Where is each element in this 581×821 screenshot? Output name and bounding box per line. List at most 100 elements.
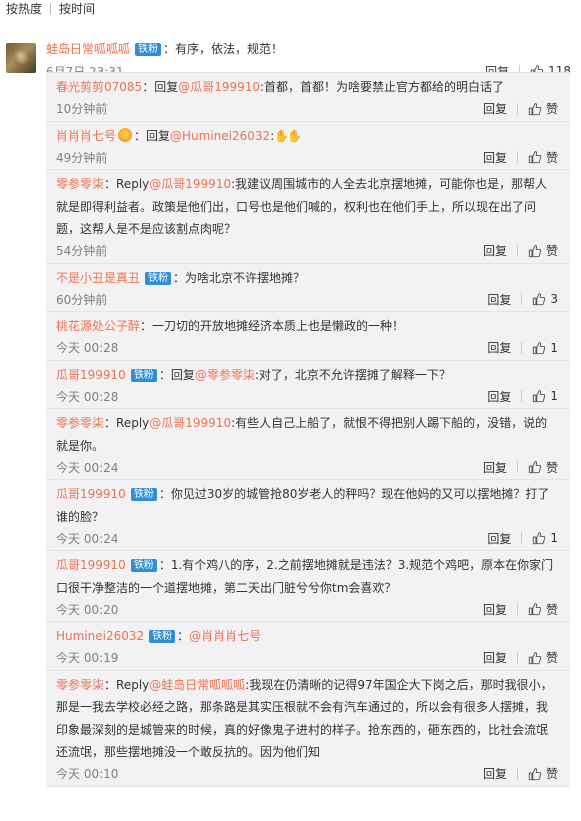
reply-mention[interactable]: @蛙岛日常呱呱呱 bbox=[149, 678, 245, 692]
reply-prefix: ：Reply bbox=[104, 677, 150, 692]
reply-actions: 回复 赞 bbox=[483, 242, 558, 259]
avatar[interactable] bbox=[6, 43, 36, 73]
fan-badge: 铁粉 bbox=[130, 559, 157, 572]
reply-time: 今天 00:20 bbox=[56, 602, 119, 617]
emoji-face-icon bbox=[118, 127, 133, 142]
like-button[interactable]: 1 bbox=[532, 531, 558, 545]
reply-username[interactable]: 瓜哥199910 bbox=[56, 558, 126, 572]
reply-username[interactable]: 桃花源处公子醉 bbox=[56, 319, 140, 333]
reply-mention[interactable]: @Huminei26032 bbox=[170, 129, 270, 143]
action-divider bbox=[521, 341, 523, 354]
reply-time: 49分钟前 bbox=[56, 150, 108, 165]
like-button[interactable]: 赞 bbox=[528, 242, 558, 259]
action-divider bbox=[516, 151, 518, 163]
like-button[interactable]: 赞 bbox=[528, 601, 558, 618]
reply-button[interactable]: 回复 bbox=[483, 459, 507, 476]
reply-mention[interactable]: @肖肖肖七号 bbox=[189, 629, 261, 643]
reply-mention[interactable]: @瓜哥199910 bbox=[149, 416, 231, 430]
reply-mention[interactable]: @瓜哥199910 bbox=[149, 177, 231, 191]
reply-username[interactable]: 零参零柒 bbox=[56, 678, 104, 692]
reply-footer: 今天 00:28 回复 1 bbox=[56, 386, 570, 408]
reply-item: 肖肖肖七号 ：回复@Huminei26032:✋✋ 49分钟前 回复赞 bbox=[46, 122, 570, 170]
reply-item: 桃花源处公子醉：一刀切的开放地摊经济本质上也是懒政的一种！ 今天 00:28 回复 1 bbox=[46, 312, 570, 361]
like-button[interactable]: 赞 bbox=[528, 765, 558, 782]
reply-mention[interactable]: @瓜哥199910 bbox=[178, 80, 260, 94]
reply-time: 今天 00:19 bbox=[56, 651, 119, 665]
reply-prefix: ：回复 bbox=[142, 80, 179, 94]
reply-button[interactable]: 回复 bbox=[483, 765, 507, 782]
like-count: 赞 bbox=[545, 460, 558, 475]
like-button[interactable]: 赞 bbox=[528, 649, 558, 666]
like-count: 赞 bbox=[545, 602, 558, 617]
like-button[interactable]: 1 bbox=[532, 341, 558, 355]
sort-by-hot[interactable]: 按热度 bbox=[6, 0, 42, 17]
reply-content: Huminei26032 铁粉 ：@肖肖肖七号 bbox=[56, 622, 570, 648]
reply-item: 零参零柒：Reply@蛙岛日常呱呱呱:我现在仍清晰的记得97年国企大下岗之后，那… bbox=[46, 671, 570, 787]
fan-badge: 铁粉 bbox=[130, 488, 157, 501]
like-button[interactable]: 3 bbox=[532, 292, 558, 306]
reply-actions: 回复 赞 bbox=[483, 459, 558, 476]
like-count: 赞 bbox=[545, 102, 558, 116]
thumbs-up-icon bbox=[528, 767, 542, 780]
reply-actions: 回复 赞 bbox=[483, 649, 558, 666]
sort-by-time[interactable]: 按时间 bbox=[59, 0, 95, 17]
reply-button[interactable]: 回复 bbox=[483, 649, 507, 666]
like-button[interactable]: 1 bbox=[532, 389, 558, 403]
reply-item: 瓜哥199910 铁粉 ：回复@零参零柒:对了，北京不允许摆摊了解释一下？ 今天 00… bbox=[46, 361, 570, 409]
reply-footer: 今天 00:24 回复 1 bbox=[56, 528, 570, 550]
like-count: 1 bbox=[550, 340, 558, 355]
reply-button[interactable]: 回复 bbox=[483, 601, 507, 618]
thumbs-up-icon bbox=[533, 532, 546, 545]
like-count: 1 bbox=[550, 531, 558, 545]
reply-actions: 回复 赞 bbox=[483, 765, 558, 782]
reply-time: 10分钟前 bbox=[56, 102, 108, 116]
thumbs-up-icon bbox=[528, 151, 542, 164]
reply-username[interactable]: 零参零柒 bbox=[56, 416, 104, 430]
reply-button[interactable]: 回复 bbox=[487, 291, 511, 308]
reply-username[interactable]: 肖肖肖七号 bbox=[56, 129, 116, 143]
reply-footer: 今天 00:24 回复 赞 bbox=[56, 457, 570, 479]
reply-button[interactable]: 回复 bbox=[483, 149, 507, 166]
reply-button[interactable]: 回复 bbox=[487, 388, 511, 405]
reply-time: 今天 00:10 bbox=[56, 767, 119, 781]
reply-username[interactable]: 瓜哥199910 bbox=[56, 368, 126, 382]
reply-prefix: ： bbox=[177, 629, 190, 643]
reply-button[interactable]: 回复 bbox=[483, 242, 507, 259]
reply-actions: 回复 3 bbox=[487, 291, 558, 308]
action-divider bbox=[516, 603, 518, 615]
reply-actions: 回复 1 bbox=[487, 388, 558, 405]
reply-username[interactable]: 瓜哥199910 bbox=[56, 487, 126, 501]
clapping-hands-icon: ✋✋ bbox=[274, 128, 302, 143]
reply-prefix: ：为啥北京不许摆地摊？ bbox=[173, 270, 306, 285]
thumbs-up-icon bbox=[528, 102, 542, 115]
reply-button[interactable]: 回复 bbox=[483, 100, 507, 117]
reply-content: 桃花源处公子醉：一刀切的开放地摊经济本质上也是懒政的一种！ bbox=[56, 312, 570, 338]
reply-prefix: ：回复 bbox=[158, 367, 195, 382]
thumbs-up-icon bbox=[533, 341, 546, 354]
comment-username[interactable]: 蛙岛日常呱呱呱 bbox=[46, 42, 130, 56]
like-count: 赞 bbox=[545, 767, 558, 781]
reply-button[interactable]: 回复 bbox=[487, 530, 511, 547]
reply-username[interactable]: 零参零柒 bbox=[56, 177, 104, 191]
reply-button[interactable]: 回复 bbox=[487, 339, 511, 356]
reply-time: 今天 00:24 bbox=[56, 460, 119, 475]
like-button[interactable]: 赞 bbox=[528, 100, 558, 117]
like-button[interactable]: 赞 bbox=[528, 459, 558, 476]
fan-badge: 铁粉 bbox=[145, 271, 172, 285]
reply-username[interactable]: 春光剪剪07085 bbox=[56, 80, 142, 94]
like-button[interactable]: 赞 bbox=[528, 149, 558, 166]
reply-item: 不是小丑是真丑 铁粉 ：为啥北京不许摆地摊？ 60分钟前 回复 3 bbox=[46, 264, 570, 312]
reply-time: 今天 00:24 bbox=[56, 531, 119, 546]
reply-footer: 今天 00:20 回复 赞 bbox=[56, 599, 570, 621]
reply-footer: 今天 00:19 回复 赞 bbox=[56, 648, 570, 670]
reply-username[interactable]: 不是小丑是真丑 bbox=[56, 271, 140, 285]
main-comment-text: 蛙岛日常呱呱呱 铁粉 ：有序，依法，规范！ bbox=[46, 40, 283, 58]
action-divider bbox=[516, 244, 518, 257]
reply-actions: 回复 1 bbox=[487, 530, 558, 547]
reply-mention[interactable]: @零参零柒 bbox=[195, 368, 255, 382]
action-divider bbox=[521, 390, 523, 402]
fan-badge: 铁粉 bbox=[135, 43, 162, 56]
reply-actions: 回复 赞 bbox=[483, 100, 558, 117]
reply-footer: 今天 00:10 回复 赞 bbox=[56, 764, 570, 786]
reply-username[interactable]: Huminei26032 bbox=[56, 629, 144, 643]
